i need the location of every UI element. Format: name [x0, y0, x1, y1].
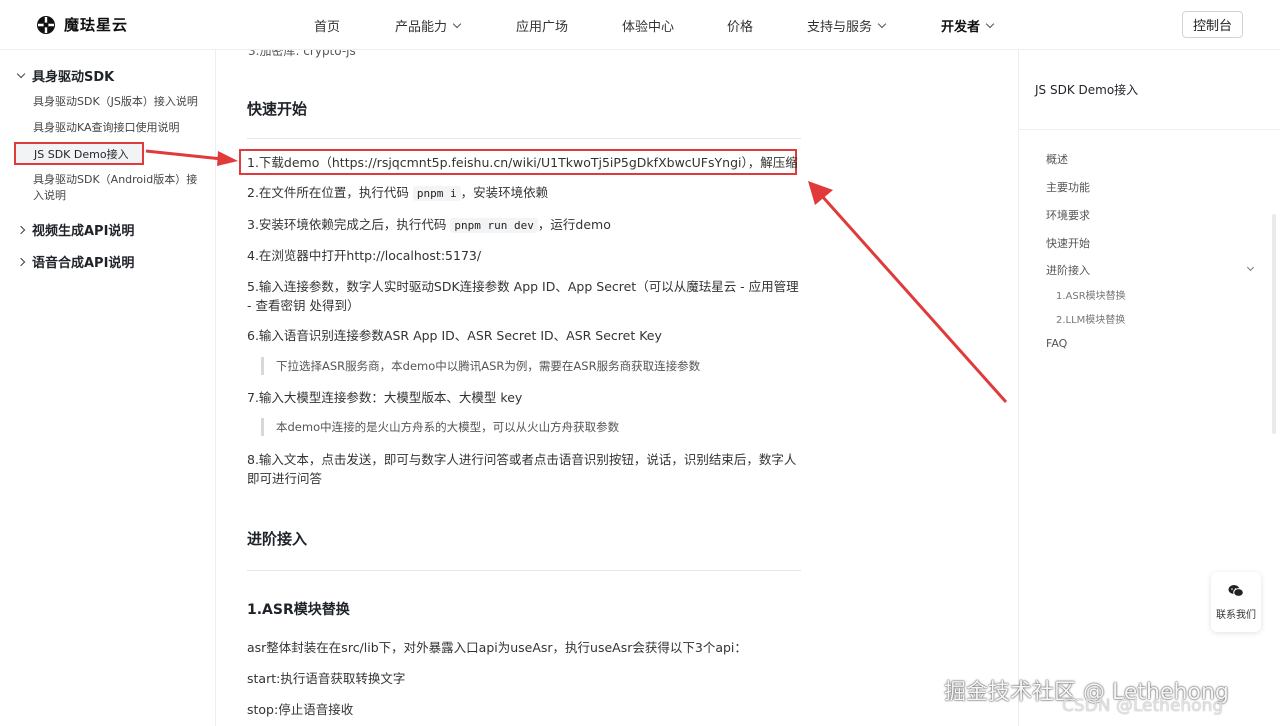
step-5: 5.输入连接参数，数字人实时驱动SDK连接参数 App ID、App Secre… [247, 279, 799, 313]
toc-item-quick-start[interactable]: 快速开始 [1046, 235, 1090, 251]
note-llm: 本demo中连接的是火山方舟系的大模型，可以从火山方舟获取参数 [261, 418, 619, 436]
toc-item-features[interactable]: 主要功能 [1046, 179, 1090, 195]
step-1: 1.下载demo（https://rsjqcmnt5p.feishu.cn/wi… [247, 155, 798, 170]
nav-products[interactable]: 产品能力 [395, 16, 462, 35]
brand-name: 魔珐星云 [64, 16, 129, 34]
sidebar-group-embodied-sdk[interactable]: 具身驱动SDK [16, 66, 114, 85]
heading-asr-replace: 1.ASR模块替换 [247, 602, 350, 618]
docs-sidebar: 具身驱动SDK 具身驱动SDK（JS版本）接入说明 具身驱动KA查询接口使用说明… [0, 50, 216, 726]
chevron-right-icon [16, 225, 26, 234]
brand-logo[interactable]: 魔珐星云 [36, 14, 128, 35]
toc-sub-asr[interactable]: 1.ASR模块替换 [1056, 287, 1126, 302]
heading-quick-start: 快速开始 [247, 100, 308, 118]
sidebar-item-js-sdk-demo[interactable]: JS SDK Demo接入 [14, 142, 144, 165]
heading-advanced: 进阶接入 [247, 530, 308, 548]
sidebar-item-ka-query[interactable]: 具身驱动KA查询接口使用说明 [33, 120, 203, 136]
nav-developer[interactable]: 开发者 [941, 16, 995, 35]
toc-item-faq[interactable]: FAQ [1046, 337, 1067, 350]
toc-sub-llm[interactable]: 2.LLM模块替换 [1056, 311, 1125, 326]
nav-home[interactable]: 首页 [314, 16, 340, 35]
chevron-right-icon [16, 257, 26, 266]
chevron-down-icon [16, 69, 26, 79]
toc-item-overview[interactable]: 概述 [1046, 151, 1068, 167]
step-4: 4.在浏览器中打开http://localhost:5173/ [247, 248, 482, 263]
toc-item-requirements[interactable]: 环境要求 [1046, 207, 1090, 223]
asr-api-stop: stop:停止语音接收 [247, 702, 354, 717]
chevron-down-icon [877, 19, 887, 28]
step-7: 7.输入大模型连接参数：大模型版本、大模型 key [247, 390, 523, 405]
toc-title: JS SDK Demo接入 [1035, 83, 1139, 97]
step-6: 6.输入语音识别连接参数ASR App ID、ASR Secret ID、ASR… [247, 328, 662, 343]
step-3: 3.安装环境依赖完成之后，执行代码 pnpm run dev ，运行demo [247, 217, 611, 233]
divider [247, 138, 801, 139]
console-button[interactable]: 控制台 [1182, 11, 1243, 38]
asr-api-start: start:执行语音获取转换文字 [247, 671, 406, 686]
sidebar-group-video-api[interactable]: 视频生成API说明 [16, 220, 134, 239]
code-pnpm-i: pnpm i [412, 186, 461, 201]
chevron-down-icon[interactable] [1246, 263, 1255, 272]
logo-icon [37, 15, 55, 34]
nav-support[interactable]: 支持与服务 [807, 16, 887, 35]
previous-text: 3.加密库: crypto-js [248, 50, 356, 58]
scrollbar[interactable] [1270, 214, 1278, 434]
asr-description: asr整体封装在在src/lib下，对外暴露入口api为useAsr，执行use… [247, 640, 747, 655]
toc-item-advanced[interactable]: 进阶接入 [1046, 262, 1090, 278]
top-navbar: 魔珐星云 首页 产品能力 应用广场 体验中心 价格 支持与服务 开发者 控制台 [0, 0, 1280, 50]
doc-content: 3.加密库: crypto-js 快速开始 1.下载demo（https://r… [216, 50, 1016, 726]
wechat-icon [1228, 584, 1244, 597]
divider [1019, 129, 1280, 130]
nav-experience-center[interactable]: 体验中心 [622, 16, 674, 35]
code-pnpm-run-dev: pnpm run dev [450, 218, 538, 233]
watermark-csdn: CSDN @Lethehong [1062, 696, 1224, 716]
chevron-down-icon [985, 19, 995, 28]
contact-us-button[interactable]: 联系我们 [1211, 572, 1261, 632]
step-2: 2.在文件所在位置，执行代码 pnpm i ，安装环境依赖 [247, 185, 549, 201]
nav-app-plaza[interactable]: 应用广场 [516, 16, 568, 35]
step-8: 8.输入文本，点击发送，即可与数字人进行问答或者点击语音识别按钮，说话，识别结束… [247, 452, 797, 486]
divider [247, 570, 801, 571]
nav-pricing[interactable]: 价格 [727, 16, 753, 35]
contact-us-label: 联系我们 [1216, 609, 1256, 621]
sidebar-group-tts-api[interactable]: 语音合成API说明 [16, 252, 134, 271]
chevron-down-icon [452, 19, 462, 28]
note-asr: 下拉选择ASR服务商，本demo中以腾讯ASR为例，需要在ASR服务商获取连接参… [261, 357, 700, 375]
sidebar-item-android-sdk[interactable]: 具身驱动SDK（Android版本）接入说明 [33, 172, 203, 204]
sidebar-item-js-sdk-guide[interactable]: 具身驱动SDK（JS版本）接入说明 [33, 94, 203, 110]
